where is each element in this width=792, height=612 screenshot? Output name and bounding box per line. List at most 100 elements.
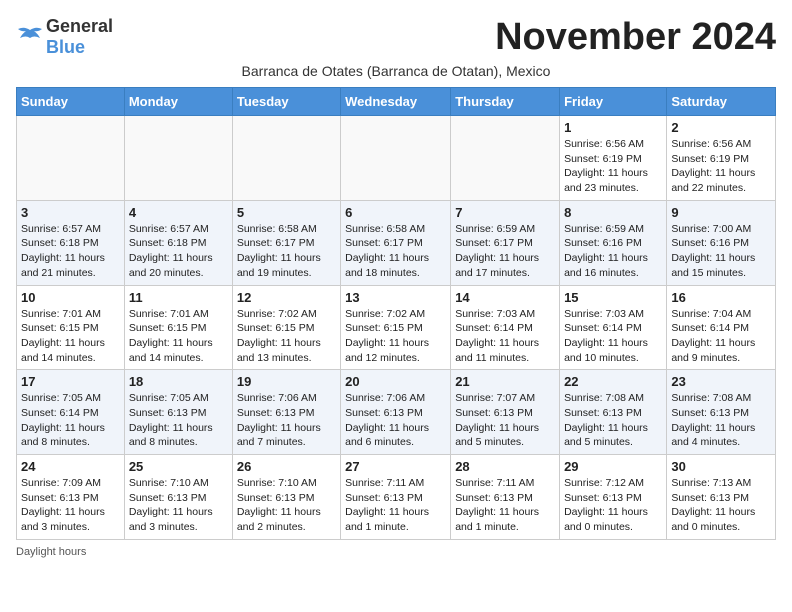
calendar-day-cell: 26 Sunrise: 7:10 AM Sunset: 6:13 PM Dayli… [232, 455, 340, 540]
day-number: 7 [455, 205, 555, 220]
calendar-day-cell: 22 Sunrise: 7:08 AM Sunset: 6:13 PM Dayli… [560, 370, 667, 455]
day-info: Sunrise: 6:58 AM Sunset: 6:17 PM Dayligh… [237, 222, 336, 281]
calendar-week-row: 24 Sunrise: 7:09 AM Sunset: 6:13 PM Dayli… [17, 455, 776, 540]
day-number: 13 [345, 290, 446, 305]
calendar-body: 1 Sunrise: 6:56 AM Sunset: 6:19 PM Daylig… [17, 116, 776, 540]
calendar-day-cell: 9 Sunrise: 7:00 AM Sunset: 6:16 PM Daylig… [667, 200, 776, 285]
logo-blue: Blue [46, 37, 85, 57]
calendar-day-cell: 10 Sunrise: 7:01 AM Sunset: 6:15 PM Dayli… [17, 285, 125, 370]
calendar-day-cell: 1 Sunrise: 6:56 AM Sunset: 6:19 PM Daylig… [560, 116, 667, 201]
calendar-subtitle: Barranca de Otates (Barranca de Otatan),… [16, 63, 776, 79]
calendar-day-cell: 4 Sunrise: 6:57 AM Sunset: 6:18 PM Daylig… [124, 200, 232, 285]
day-info: Sunrise: 6:59 AM Sunset: 6:16 PM Dayligh… [564, 222, 662, 281]
calendar-day-cell: 21Sunrise: 7:07 AM Sunset: 6:13 PM Dayli… [451, 370, 560, 455]
day-info: Sunrise: 7:07 AM Sunset: 6:13 PM Dayligh… [455, 391, 555, 450]
day-number: 3 [21, 205, 120, 220]
day-number: 16 [671, 290, 771, 305]
day-info: Sunrise: 6:56 AM Sunset: 6:19 PM Dayligh… [564, 137, 662, 196]
calendar-header-tuesday: Tuesday [232, 88, 340, 116]
day-number: 4 [129, 205, 228, 220]
day-number: 25 [129, 459, 228, 474]
calendar-day-cell [124, 116, 232, 201]
logo-bird-icon [16, 26, 44, 48]
calendar-day-cell: 16 Sunrise: 7:04 AM Sunset: 6:14 PM Dayli… [667, 285, 776, 370]
day-number: 6 [345, 205, 446, 220]
calendar-week-row: 10 Sunrise: 7:01 AM Sunset: 6:15 PM Dayli… [17, 285, 776, 370]
day-number: 22 [564, 374, 662, 389]
day-info: Sunrise: 7:01 AM Sunset: 6:15 PM Dayligh… [129, 307, 228, 366]
day-info: Sunrise: 7:11 AM Sunset: 6:13 PM Dayligh… [455, 476, 555, 535]
day-number: 19 [237, 374, 336, 389]
day-info: Sunrise: 7:06 AM Sunset: 6:13 PM Dayligh… [345, 391, 446, 450]
day-info: Sunrise: 7:08 AM Sunset: 6:13 PM Dayligh… [671, 391, 771, 450]
day-number: 24 [21, 459, 120, 474]
day-info: Sunrise: 7:04 AM Sunset: 6:14 PM Dayligh… [671, 307, 771, 366]
day-number: 5 [237, 205, 336, 220]
calendar-day-cell: 11 Sunrise: 7:01 AM Sunset: 6:15 PM Dayli… [124, 285, 232, 370]
calendar-day-cell: 8 Sunrise: 6:59 AM Sunset: 6:16 PM Daylig… [560, 200, 667, 285]
day-number: 14 [455, 290, 555, 305]
day-info: Sunrise: 7:12 AM Sunset: 6:13 PM Dayligh… [564, 476, 662, 535]
calendar-header-saturday: Saturday [667, 88, 776, 116]
day-number: 1 [564, 120, 662, 135]
calendar-day-cell: 30 Sunrise: 7:13 AM Sunset: 6:13 PM Dayli… [667, 455, 776, 540]
logo: General Blue [16, 16, 113, 58]
day-number: 15 [564, 290, 662, 305]
day-number: 30 [671, 459, 771, 474]
calendar-table: SundayMondayTuesdayWednesdayThursdayFrid… [16, 87, 776, 540]
calendar-day-cell: 17 Sunrise: 7:05 AM Sunset: 6:14 PM Dayli… [17, 370, 125, 455]
day-info: Sunrise: 7:10 AM Sunset: 6:13 PM Dayligh… [237, 476, 336, 535]
calendar-header-wednesday: Wednesday [341, 88, 451, 116]
day-info: Sunrise: 6:58 AM Sunset: 6:17 PM Dayligh… [345, 222, 446, 281]
day-info: Sunrise: 6:57 AM Sunset: 6:18 PM Dayligh… [21, 222, 120, 281]
calendar-day-cell [17, 116, 125, 201]
day-info: Sunrise: 7:01 AM Sunset: 6:15 PM Dayligh… [21, 307, 120, 366]
day-number: 11 [129, 290, 228, 305]
calendar-header-thursday: Thursday [451, 88, 560, 116]
calendar-day-cell: 5 Sunrise: 6:58 AM Sunset: 6:17 PM Daylig… [232, 200, 340, 285]
day-info: Sunrise: 7:11 AM Sunset: 6:13 PM Dayligh… [345, 476, 446, 535]
calendar-header-friday: Friday [560, 88, 667, 116]
day-number: 10 [21, 290, 120, 305]
calendar-day-cell: 28Sunrise: 7:11 AM Sunset: 6:13 PM Dayli… [451, 455, 560, 540]
day-info: Sunrise: 7:03 AM Sunset: 6:14 PM Dayligh… [455, 307, 555, 366]
logo-general: General [46, 16, 113, 36]
calendar-day-cell [232, 116, 340, 201]
calendar-day-cell: 7 Sunrise: 6:59 AM Sunset: 6:17 PM Daylig… [451, 200, 560, 285]
calendar-day-cell: 12Sunrise: 7:02 AM Sunset: 6:15 PM Dayli… [232, 285, 340, 370]
calendar-day-cell: 27 Sunrise: 7:11 AM Sunset: 6:13 PM Dayli… [341, 455, 451, 540]
calendar-day-cell: 15 Sunrise: 7:03 AM Sunset: 6:14 PM Dayli… [560, 285, 667, 370]
day-info: Sunrise: 7:13 AM Sunset: 6:13 PM Dayligh… [671, 476, 771, 535]
day-number: 27 [345, 459, 446, 474]
calendar-day-cell: 20 Sunrise: 7:06 AM Sunset: 6:13 PM Dayli… [341, 370, 451, 455]
calendar-week-row: 3 Sunrise: 6:57 AM Sunset: 6:18 PM Daylig… [17, 200, 776, 285]
day-info: Sunrise: 7:02 AM Sunset: 6:15 PM Dayligh… [237, 307, 336, 366]
day-number: 9 [671, 205, 771, 220]
footer-note: Daylight hours [16, 546, 776, 558]
day-info: Sunrise: 7:08 AM Sunset: 6:13 PM Dayligh… [564, 391, 662, 450]
day-info: Sunrise: 6:57 AM Sunset: 6:18 PM Dayligh… [129, 222, 228, 281]
calendar-week-row: 17 Sunrise: 7:05 AM Sunset: 6:14 PM Dayli… [17, 370, 776, 455]
day-info: Sunrise: 7:05 AM Sunset: 6:13 PM Dayligh… [129, 391, 228, 450]
day-number: 29 [564, 459, 662, 474]
day-number: 18 [129, 374, 228, 389]
day-info: Sunrise: 6:59 AM Sunset: 6:17 PM Dayligh… [455, 222, 555, 281]
day-number: 20 [345, 374, 446, 389]
day-info: Sunrise: 7:02 AM Sunset: 6:15 PM Dayligh… [345, 307, 446, 366]
day-number: 26 [237, 459, 336, 474]
day-info: Sunrise: 7:00 AM Sunset: 6:16 PM Dayligh… [671, 222, 771, 281]
calendar-day-cell: 6 Sunrise: 6:58 AM Sunset: 6:17 PM Daylig… [341, 200, 451, 285]
calendar-day-cell: 3 Sunrise: 6:57 AM Sunset: 6:18 PM Daylig… [17, 200, 125, 285]
calendar-day-cell: 14 Sunrise: 7:03 AM Sunset: 6:14 PM Dayli… [451, 285, 560, 370]
day-info: Sunrise: 7:03 AM Sunset: 6:14 PM Dayligh… [564, 307, 662, 366]
day-info: Sunrise: 7:09 AM Sunset: 6:13 PM Dayligh… [21, 476, 120, 535]
calendar-day-cell [451, 116, 560, 201]
day-number: 23 [671, 374, 771, 389]
day-number: 17 [21, 374, 120, 389]
day-number: 2 [671, 120, 771, 135]
calendar-header-monday: Monday [124, 88, 232, 116]
calendar-day-cell [341, 116, 451, 201]
day-info: Sunrise: 7:05 AM Sunset: 6:14 PM Dayligh… [21, 391, 120, 450]
day-number: 8 [564, 205, 662, 220]
day-info: Sunrise: 6:56 AM Sunset: 6:19 PM Dayligh… [671, 137, 771, 196]
